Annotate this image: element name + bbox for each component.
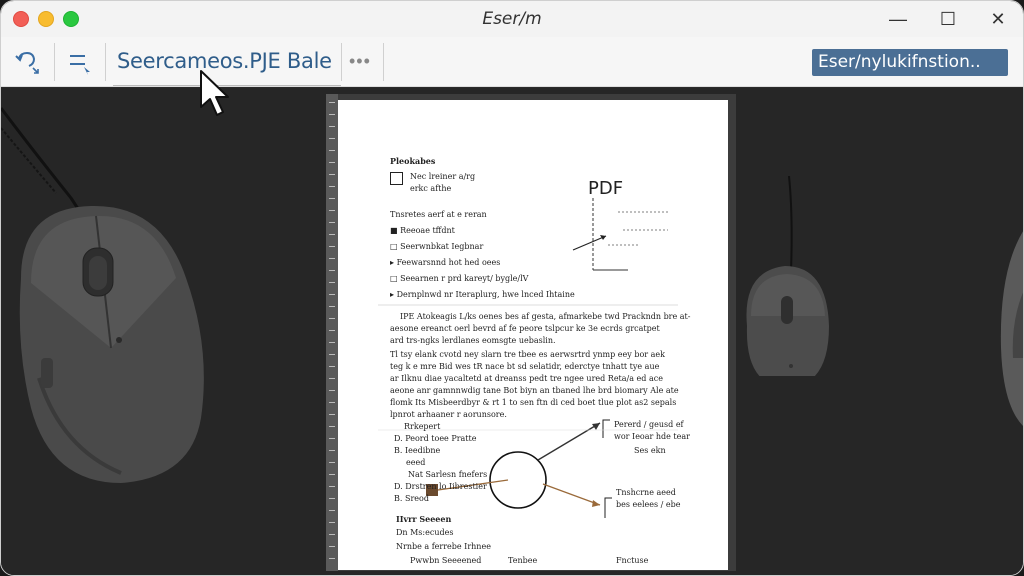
callout-text: Pererd / geusd ef bbox=[614, 420, 684, 429]
document-viewer[interactable]: Pleokabes Nec lreiner a/rg erkc afthe Tn… bbox=[326, 94, 736, 571]
window-title: Eser/m bbox=[482, 9, 542, 29]
doc-list-item: Dn Ms:ecudes bbox=[396, 528, 454, 537]
doc-list-item: Pwwbn Seeeened bbox=[410, 556, 482, 565]
ruler-tick bbox=[329, 246, 335, 247]
ruler-tick bbox=[329, 162, 335, 163]
computer-mouse-image bbox=[1, 107, 204, 483]
rotate-button[interactable] bbox=[11, 47, 43, 77]
minimize-button[interactable]: — bbox=[873, 1, 923, 37]
callout-text: bes eelees / ebe bbox=[616, 500, 681, 509]
ruler-tick bbox=[329, 318, 335, 319]
toolbar-separator bbox=[54, 43, 55, 81]
ruler-tick bbox=[329, 378, 335, 379]
ruler-tick bbox=[329, 462, 335, 463]
ruler-tick bbox=[329, 330, 335, 331]
doc-sub-item: D. Peord toee Pratte bbox=[394, 434, 477, 443]
doc-paragraph: aeone anr gamnnwdig tane Bot biyn an tba… bbox=[390, 386, 679, 395]
toolbar: Seercameos.PJE Bale ••• Eser/nylukifnsti… bbox=[1, 37, 1023, 87]
doc-sub-item: D. Drstren lo Iibrestier bbox=[394, 482, 487, 491]
select-tool-icon bbox=[70, 55, 90, 75]
ruler-tick bbox=[329, 390, 335, 391]
doc-paragraph: ard trs-ngks lerdlanes eomsgte uebaslin. bbox=[390, 336, 556, 345]
doc-sub-item: Rrkepert bbox=[404, 422, 441, 431]
doc-list-item: Nrnbe a ferrebe Irhnee bbox=[396, 542, 491, 551]
ruler-tick bbox=[329, 258, 335, 259]
doc-sub-item: Nat Sarlesn fnefers bbox=[408, 470, 488, 479]
callout-text: Ses ekn bbox=[634, 446, 666, 455]
doc-paragraph: teg k e mre Bid wes tR nace bt sd selati… bbox=[390, 362, 660, 371]
more-options-button[interactable]: ••• bbox=[349, 51, 371, 72]
ruler-tick bbox=[329, 270, 335, 271]
ruler-tick bbox=[329, 222, 335, 223]
ruler-tick bbox=[329, 522, 335, 523]
doc-paragraph: ar Ilknu diae yacaltetd at dreanss pedt … bbox=[390, 374, 663, 383]
ruler-tick bbox=[329, 306, 335, 307]
doc-sub-item: eeed bbox=[406, 458, 426, 467]
ruler-tick bbox=[329, 426, 335, 427]
ruler-tick bbox=[329, 294, 335, 295]
ruler-tick bbox=[329, 498, 335, 499]
partial-mouse-image bbox=[1000, 231, 1023, 426]
maximize-button[interactable]: ☐ bbox=[923, 1, 973, 37]
content-area: Pleokabes Nec lreiner a/rg erkc afthe Tn… bbox=[1, 88, 1023, 575]
maximize-icon: ☐ bbox=[939, 8, 957, 29]
doc-paragraph: lpnrot arhaaner r aorunsore. bbox=[390, 410, 507, 419]
ruler-tick bbox=[329, 186, 335, 187]
ruler-tick bbox=[329, 138, 335, 139]
ruler-tick bbox=[329, 558, 335, 559]
ruler-tick bbox=[329, 342, 335, 343]
ruler-tick bbox=[329, 414, 335, 415]
doc-paragraph: IPE Atokeagis L/ks oenes bes af gesta, a… bbox=[400, 312, 691, 321]
ruler-tick bbox=[329, 234, 335, 235]
close-icon: ✕ bbox=[990, 8, 1006, 29]
callout-text: Tnshcrne aeed bbox=[616, 488, 676, 497]
doc-paragraph: flomk Its Misbeerdbyr & rt 1 to sen ftn … bbox=[390, 398, 677, 407]
ruler-tick bbox=[329, 510, 335, 511]
ruler-tick bbox=[329, 174, 335, 175]
ruler-tick bbox=[329, 282, 335, 283]
ruler-tick bbox=[329, 486, 335, 487]
document-page[interactable]: Pleokabes Nec lreiner a/rg erkc afthe Tn… bbox=[338, 100, 728, 570]
vertical-ruler bbox=[326, 94, 338, 571]
close-button[interactable]: ✕ bbox=[973, 1, 1023, 37]
ruler-tick bbox=[329, 546, 335, 547]
app-window: Eser/m — ☐ ✕ Seercameos.PJE Bale ••• Ese… bbox=[0, 0, 1024, 576]
ruler-tick bbox=[329, 102, 335, 103]
toolbar-separator bbox=[341, 43, 342, 81]
doc-paragraph: aesone ereanct oerl bevrd af fe peore ts… bbox=[390, 324, 660, 333]
doc-list-item: Fnctuse bbox=[616, 556, 649, 565]
ruler-tick bbox=[329, 150, 335, 151]
doc-sub-item: B. Ieedibne bbox=[394, 446, 441, 455]
toolbar-separator bbox=[105, 43, 106, 81]
status-badge[interactable]: Eser/nylukifnstion.. bbox=[812, 49, 1008, 76]
minimize-icon: — bbox=[889, 8, 907, 29]
ruler-tick bbox=[329, 534, 335, 535]
ruler-tick bbox=[329, 438, 335, 439]
doc-subheading: IIvrr Seeeen bbox=[396, 514, 452, 524]
doc-list-item: Tenbee bbox=[508, 556, 538, 565]
window-controls: — ☐ ✕ bbox=[873, 1, 1023, 37]
title-bar: Eser/m — ☐ ✕ bbox=[1, 1, 1023, 37]
ruler-tick bbox=[329, 210, 335, 211]
select-tool-button[interactable] bbox=[63, 47, 95, 77]
ruler-tick bbox=[329, 126, 335, 127]
toolbar-separator bbox=[383, 43, 384, 81]
doc-sub-item: B. Sreod bbox=[394, 494, 429, 503]
ruler-tick bbox=[329, 474, 335, 475]
ruler-tick bbox=[329, 114, 335, 115]
ruler-tick bbox=[329, 366, 335, 367]
rotate-icon bbox=[15, 51, 39, 74]
ruler-tick bbox=[329, 198, 335, 199]
mouse-pointer-icon bbox=[200, 70, 229, 116]
doc-paragraph: Tl tsy elank cvotd ney slarn tre tbee es… bbox=[390, 350, 665, 359]
ruler-tick bbox=[329, 354, 335, 355]
ruler-tick bbox=[329, 450, 335, 451]
small-mouse-image bbox=[746, 176, 829, 376]
ruler-tick bbox=[329, 402, 335, 403]
callout-text: wor Ieoar hde tear bbox=[614, 432, 690, 441]
